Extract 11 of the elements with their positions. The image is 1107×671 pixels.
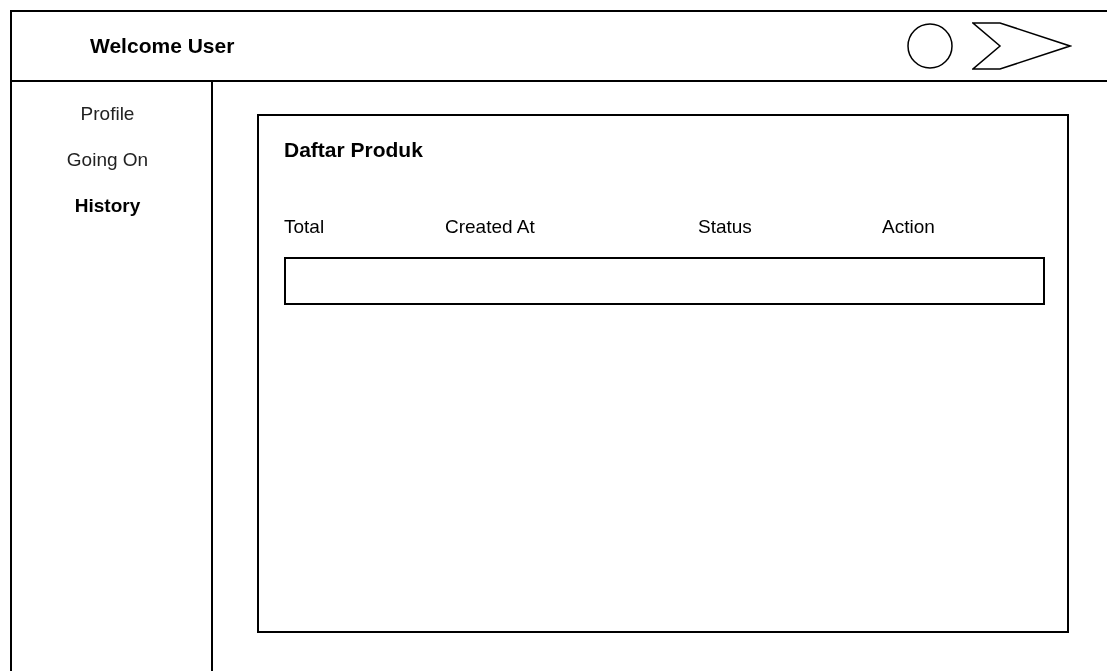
card-title: Daftar Produk bbox=[284, 138, 424, 162]
column-header: Created At bbox=[445, 216, 535, 238]
sidebar-item[interactable]: Profile bbox=[80, 102, 135, 125]
column-header: Status bbox=[698, 216, 752, 238]
welcome-title: Welcome User bbox=[90, 34, 235, 58]
sidebar-item[interactable]: History bbox=[74, 194, 141, 217]
circle-icon[interactable] bbox=[906, 22, 954, 70]
chevron-arrow-icon[interactable] bbox=[972, 22, 1072, 70]
column-header: Total bbox=[284, 216, 325, 238]
column-header: Action bbox=[882, 216, 935, 238]
sidebar-item[interactable]: Going On bbox=[66, 148, 149, 171]
